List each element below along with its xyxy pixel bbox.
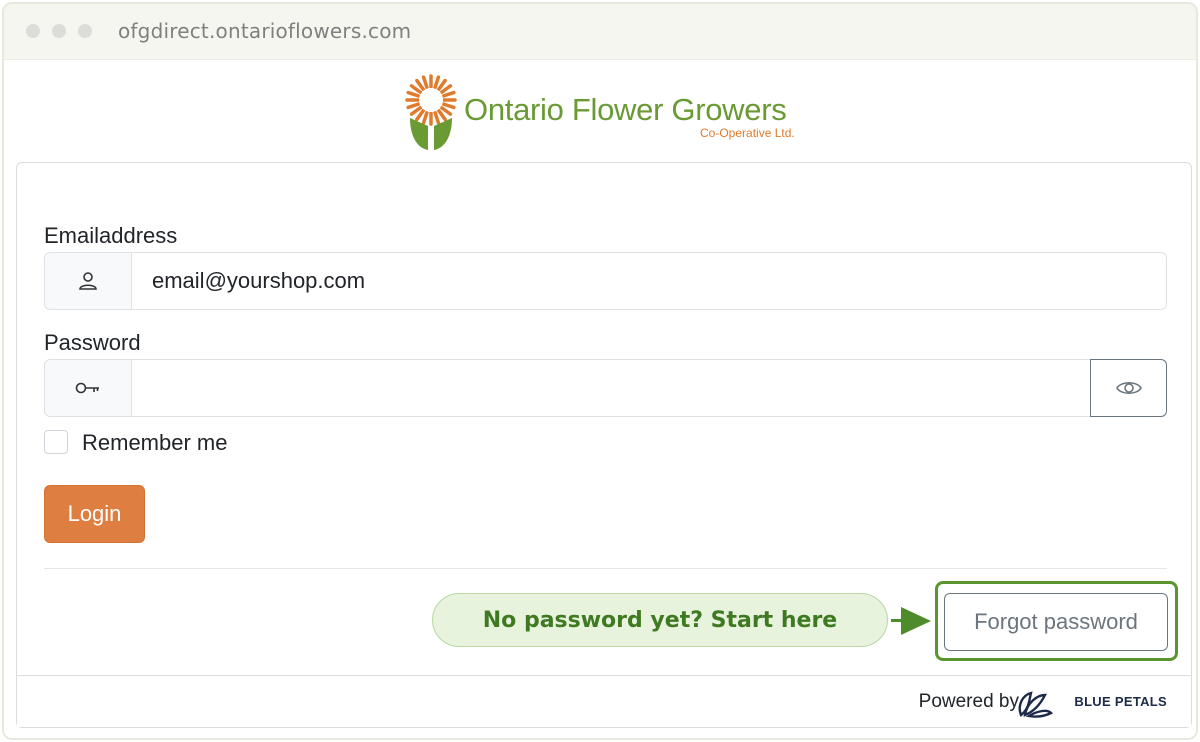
window-minimize-dot[interactable] bbox=[52, 24, 66, 38]
user-icon bbox=[45, 253, 132, 309]
remember-me-label[interactable]: Remember me bbox=[82, 430, 227, 456]
password-field[interactable] bbox=[133, 360, 1089, 416]
email-label: Emailaddress bbox=[44, 223, 178, 248]
brand-subtitle: Co-Operative Ltd. bbox=[700, 126, 795, 140]
toggle-password-visibility-button[interactable] bbox=[1090, 359, 1167, 417]
flower-logo-icon bbox=[405, 74, 457, 150]
key-icon bbox=[45, 360, 132, 416]
password-label: Password bbox=[44, 330, 141, 355]
card-footer: Powered by BLUE PETALS bbox=[17, 675, 1191, 727]
divider bbox=[44, 568, 1167, 569]
address-bar-url[interactable]: ofgdirect.ontarioflowers.com bbox=[118, 19, 411, 43]
email-field[interactable] bbox=[133, 253, 1166, 309]
login-card: Emailaddress Password bbox=[16, 162, 1192, 728]
blue-petals-logo-icon bbox=[1018, 691, 1053, 718]
eye-icon bbox=[1115, 381, 1142, 395]
browser-titlebar: ofgdirect.ontarioflowers.com bbox=[4, 4, 1196, 60]
window-maximize-dot[interactable] bbox=[78, 24, 92, 38]
brand-name: Ontario Flower Growers bbox=[464, 92, 787, 127]
callout-arrow-icon bbox=[901, 607, 931, 635]
login-button[interactable]: Login bbox=[44, 485, 145, 543]
window-close-dot[interactable] bbox=[26, 24, 40, 38]
browser-window: ofgdirect.ontarioflowers.com Ontario Flo… bbox=[2, 2, 1198, 740]
forgot-password-button[interactable]: Forgot password bbox=[944, 593, 1168, 651]
password-input-group bbox=[44, 359, 1167, 417]
remember-me-checkbox[interactable] bbox=[44, 430, 68, 454]
brand-logo: Ontario Flower Growers Co-Operative Ltd. bbox=[402, 70, 822, 156]
blue-petals-label[interactable]: BLUE PETALS bbox=[1074, 694, 1167, 709]
email-input-group bbox=[44, 252, 1167, 310]
callout-no-password-hint: No password yet? Start here bbox=[432, 593, 888, 647]
powered-by-label: Powered by bbox=[918, 691, 1019, 712]
